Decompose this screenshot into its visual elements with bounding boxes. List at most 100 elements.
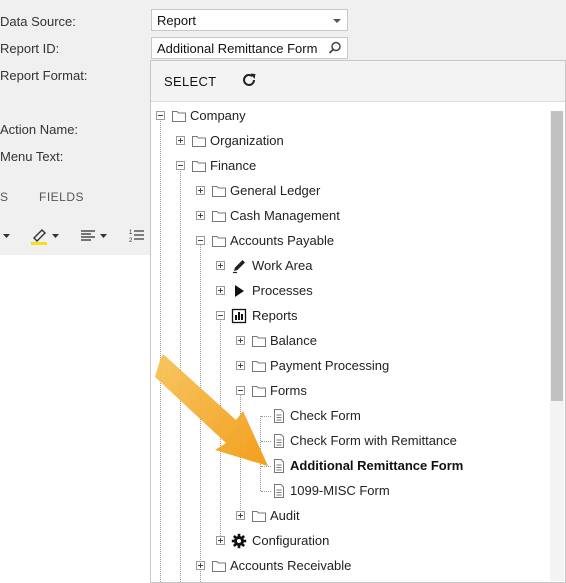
collapse-toggle[interactable] bbox=[176, 161, 185, 170]
report-tree: Company Organization Finance General Led… bbox=[151, 102, 551, 582]
folder-icon bbox=[172, 111, 186, 122]
tree-label: Configuration bbox=[252, 533, 330, 548]
tree-line bbox=[261, 491, 271, 492]
dropdown-caret-icon[interactable] bbox=[0, 227, 14, 245]
tree-label: Accounts Receivable bbox=[230, 558, 352, 573]
tree-node-accounts-payable[interactable]: Accounts Payable bbox=[151, 231, 451, 251]
play-icon bbox=[235, 285, 244, 297]
folder-icon bbox=[252, 336, 266, 347]
tree-node-balance[interactable]: Balance bbox=[151, 331, 451, 351]
expand-toggle[interactable] bbox=[236, 336, 245, 345]
collapse-toggle[interactable] bbox=[156, 111, 165, 120]
popup-toolbar: SELECT bbox=[151, 61, 565, 102]
tree-label-selected: Additional Remittance Form bbox=[290, 458, 464, 473]
folder-icon bbox=[252, 386, 266, 397]
highlight-color-icon[interactable] bbox=[28, 227, 64, 245]
folder-icon bbox=[212, 236, 226, 247]
folder-icon bbox=[212, 561, 226, 572]
tree-node-organization[interactable]: Organization bbox=[151, 131, 451, 151]
menu-text-label: Menu Text: bbox=[0, 149, 64, 164]
tree-label: Accounts Payable bbox=[230, 233, 335, 248]
tree-node-check-form[interactable]: Check Form bbox=[151, 406, 471, 426]
tree-label: Processes bbox=[252, 283, 313, 298]
expand-toggle[interactable] bbox=[216, 536, 225, 545]
collapse-toggle[interactable] bbox=[196, 236, 205, 245]
tree-label: Finance bbox=[210, 158, 257, 173]
tree-node-audit[interactable]: Audit bbox=[151, 506, 451, 526]
folder-icon bbox=[212, 211, 226, 222]
tree-node-reports[interactable]: Reports bbox=[151, 306, 451, 326]
tree-line bbox=[261, 441, 271, 442]
tree-node-configuration[interactable]: Configuration bbox=[151, 531, 451, 551]
tree-label: Organization bbox=[210, 133, 284, 148]
tree-label: Check Form bbox=[290, 408, 361, 423]
tree-node-work-area[interactable]: Work Area bbox=[151, 256, 451, 276]
report-id-field[interactable]: Additional Remittance Form bbox=[151, 37, 348, 59]
tree-node-forms[interactable]: Forms bbox=[151, 381, 451, 401]
tree-label: Work Area bbox=[252, 258, 313, 273]
numbered-list-icon[interactable]: 1 2 bbox=[128, 227, 146, 245]
folder-icon bbox=[212, 186, 226, 197]
align-icon[interactable] bbox=[80, 227, 112, 245]
vertical-scrollbar[interactable] bbox=[550, 111, 564, 581]
tree-node-check-form-with-remittance[interactable]: Check Form with Remittance bbox=[151, 431, 491, 451]
tree-node-general-ledger[interactable]: General Ledger bbox=[151, 181, 451, 201]
tree-node-cash-management[interactable]: Cash Management bbox=[151, 206, 451, 226]
report-selector-popup: SELECT Company Organization Finance Gene… bbox=[150, 60, 566, 583]
tree-label: Cash Management bbox=[230, 208, 340, 223]
folder-icon bbox=[252, 511, 266, 522]
pencil-icon bbox=[233, 260, 245, 274]
svg-text:2: 2 bbox=[129, 238, 133, 244]
tree-label: 1099-MISC Form bbox=[290, 483, 390, 498]
tree-node-finance[interactable]: Finance bbox=[151, 156, 451, 176]
document-icon bbox=[274, 484, 284, 498]
refresh-icon[interactable] bbox=[241, 72, 257, 88]
select-button[interactable]: SELECT bbox=[164, 74, 216, 89]
svg-text:1: 1 bbox=[129, 230, 133, 236]
tree-line bbox=[261, 416, 271, 417]
data-source-label: Data Source: bbox=[0, 14, 76, 29]
tree-node-1099-misc-form[interactable]: 1099-MISC Form bbox=[151, 481, 471, 501]
tree-label: Check Form with Remittance bbox=[290, 433, 457, 448]
document-icon bbox=[274, 459, 284, 473]
tab-partial[interactable]: S bbox=[0, 190, 9, 204]
tree-node-accounts-receivable[interactable]: Accounts Receivable bbox=[151, 556, 451, 576]
tree-label: Company bbox=[190, 108, 246, 123]
report-chart-icon bbox=[231, 308, 247, 324]
expand-toggle[interactable] bbox=[236, 511, 245, 520]
tree-line bbox=[260, 416, 261, 491]
folder-icon bbox=[192, 136, 206, 147]
tree-line bbox=[261, 466, 271, 467]
tree-label: General Ledger bbox=[230, 183, 321, 198]
tree-node-additional-remittance-form[interactable]: Additional Remittance Form bbox=[151, 456, 491, 476]
tree-node-payment-processing[interactable]: Payment Processing bbox=[151, 356, 451, 376]
search-icon[interactable] bbox=[327, 40, 343, 56]
data-source-value: Report bbox=[157, 13, 197, 28]
data-source-select[interactable]: Report bbox=[151, 9, 348, 31]
collapse-toggle[interactable] bbox=[236, 386, 245, 395]
tree-label: Reports bbox=[252, 308, 298, 323]
tree-label: Audit bbox=[270, 508, 300, 523]
tree-node-processes[interactable]: Processes bbox=[151, 281, 451, 301]
expand-toggle[interactable] bbox=[176, 136, 185, 145]
action-name-label: Action Name: bbox=[0, 122, 79, 137]
collapse-toggle[interactable] bbox=[216, 311, 225, 320]
tree-label: Payment Processing bbox=[270, 358, 390, 373]
expand-toggle[interactable] bbox=[196, 561, 205, 570]
report-id-label: Report ID: bbox=[0, 41, 60, 56]
expand-toggle[interactable] bbox=[216, 286, 225, 295]
tree-node-company[interactable]: Company bbox=[151, 106, 451, 126]
expand-toggle[interactable] bbox=[196, 186, 205, 195]
tab-bar: S FIELDS bbox=[0, 190, 84, 204]
tree-label: Balance bbox=[270, 333, 317, 348]
scrollbar-thumb[interactable] bbox=[551, 111, 563, 401]
gear-icon bbox=[231, 533, 247, 549]
chevron-down-icon[interactable] bbox=[333, 19, 341, 23]
folder-icon bbox=[252, 361, 266, 372]
document-icon bbox=[274, 434, 284, 448]
expand-toggle[interactable] bbox=[196, 211, 205, 220]
tree-label: Forms bbox=[270, 383, 307, 398]
tab-fields[interactable]: FIELDS bbox=[39, 190, 84, 204]
expand-toggle[interactable] bbox=[236, 361, 245, 370]
expand-toggle[interactable] bbox=[216, 261, 225, 270]
